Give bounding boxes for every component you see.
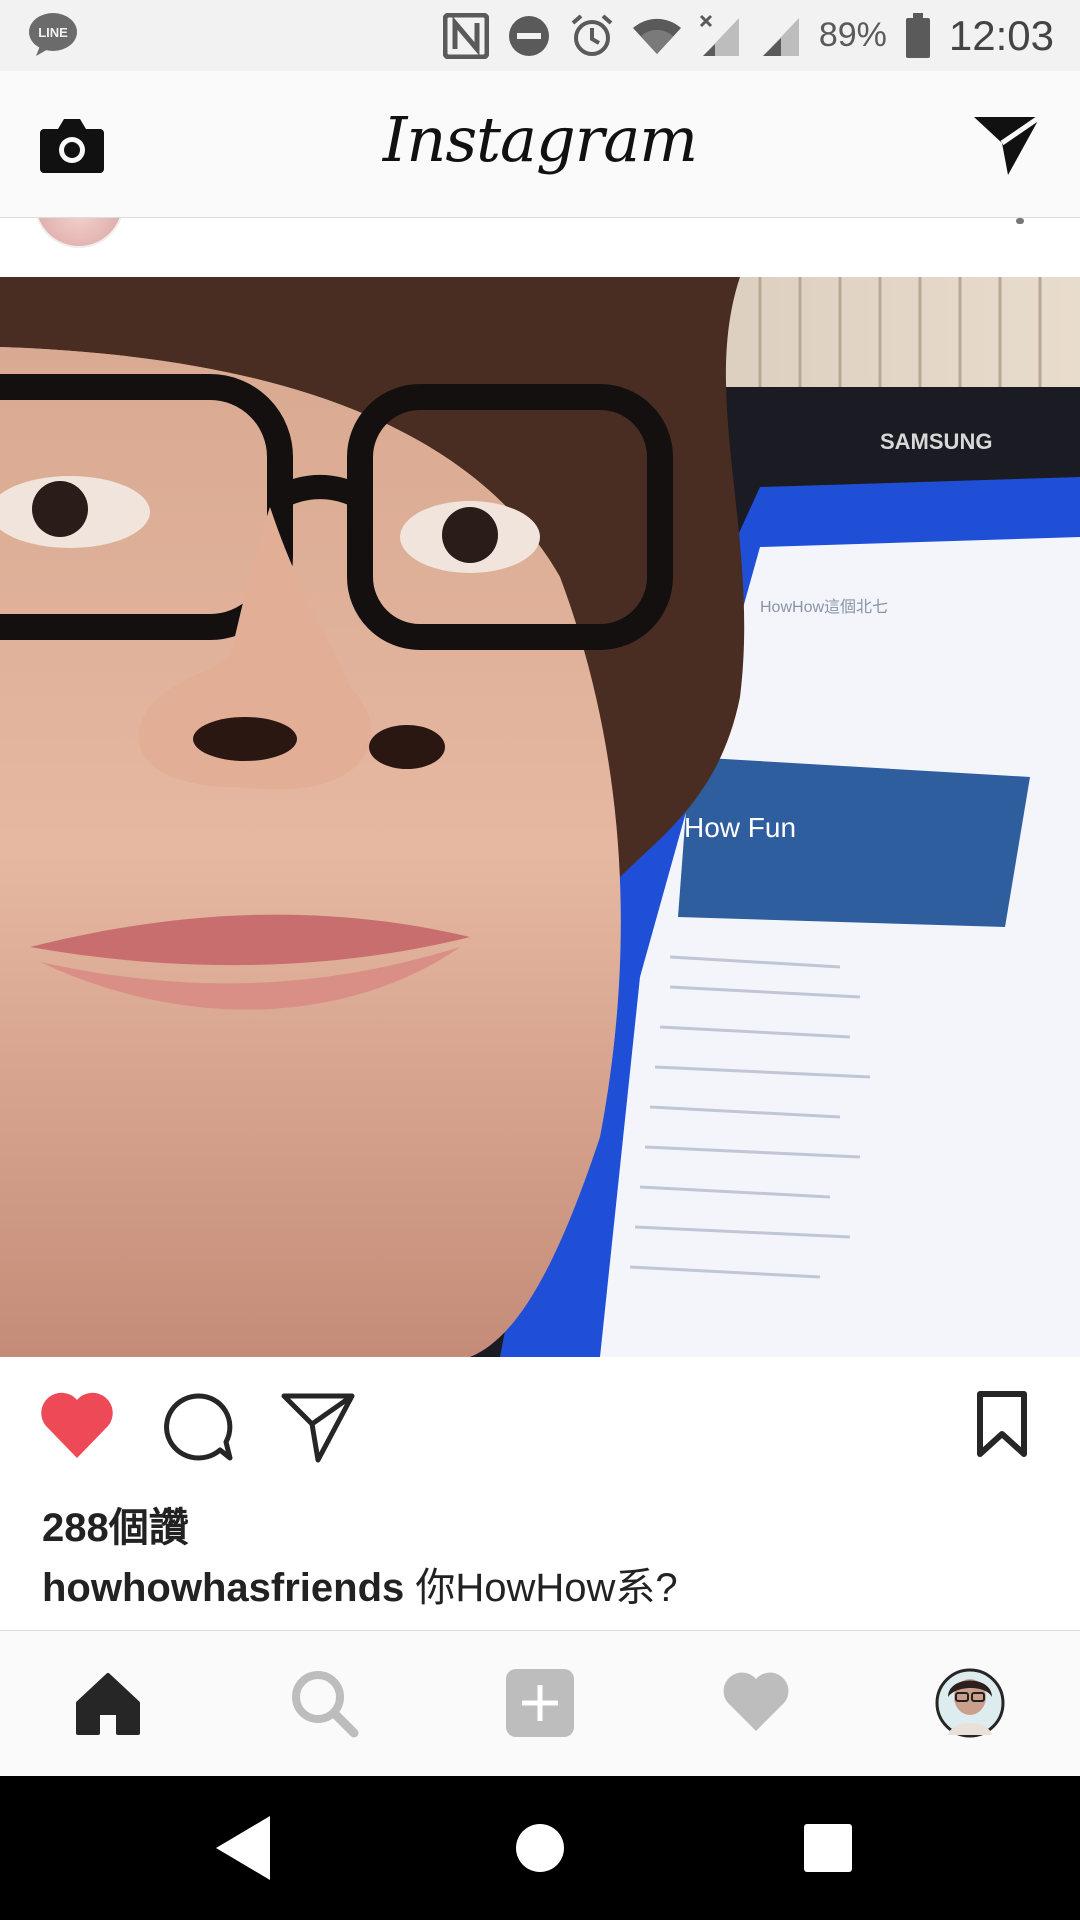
profile-avatar[interactable] [934, 1667, 1006, 1739]
wifi-icon [632, 18, 681, 54]
line-app-icon: LINE [29, 13, 77, 56]
save-bookmark-icon[interactable] [976, 1390, 1028, 1460]
system-navigation-bar [0, 1776, 1080, 1920]
search-icon[interactable] [288, 1667, 360, 1739]
home-circle-icon[interactable] [516, 1812, 564, 1884]
nfc-icon [442, 12, 489, 59]
clock: 12:03 [948, 11, 1054, 59]
alarm-icon [571, 13, 613, 56]
post-author-avatar[interactable] [34, 218, 124, 248]
do-not-disturb-icon [508, 15, 549, 56]
post-photo-illustration: SAMSUNG How Fun HowHow這個北七 [0, 277, 1080, 1357]
likes-count[interactable]: 288個讚 [42, 1495, 189, 1553]
svg-text:How Fun: How Fun [684, 812, 796, 843]
add-post-icon[interactable] [504, 1667, 576, 1739]
signal-no-data-icon [699, 14, 739, 56]
activity-heart-icon[interactable] [720, 1667, 792, 1739]
more-options-icon[interactable] [1016, 218, 1024, 224]
comment-icon[interactable] [160, 1390, 236, 1464]
top-app-bar: Instagram [0, 71, 1080, 218]
direct-message-icon[interactable] [972, 113, 1042, 177]
like-heart-icon[interactable] [38, 1390, 116, 1460]
post-header [0, 218, 1080, 276]
back-icon[interactable] [212, 1812, 274, 1884]
instagram-logo: Instagram [382, 103, 698, 176]
share-icon[interactable] [280, 1390, 356, 1464]
caption-text: 你HowHow系? [415, 1566, 678, 1610]
svg-text:SAMSUNG: SAMSUNG [880, 429, 992, 454]
svg-text:HowHow這個北七: HowHow這個北七 [760, 598, 888, 616]
post-actions [0, 1380, 1080, 1480]
bottom-navigation [0, 1630, 1080, 1777]
signal-icon [762, 17, 799, 56]
recents-icon[interactable] [802, 1812, 854, 1884]
battery-percentage: 89% [818, 16, 887, 54]
status-bar: LINE 89% 12:03 [0, 0, 1080, 71]
post-caption: howhowhasfriends 你HowHow系? [42, 1555, 678, 1613]
battery-icon [905, 12, 930, 58]
home-icon[interactable] [72, 1667, 144, 1739]
caption-username[interactable]: howhowhasfriends [42, 1566, 404, 1610]
svg-text:LINE: LINE [38, 25, 68, 40]
post-image[interactable]: SAMSUNG How Fun HowHow這個北七 [0, 277, 1080, 1357]
